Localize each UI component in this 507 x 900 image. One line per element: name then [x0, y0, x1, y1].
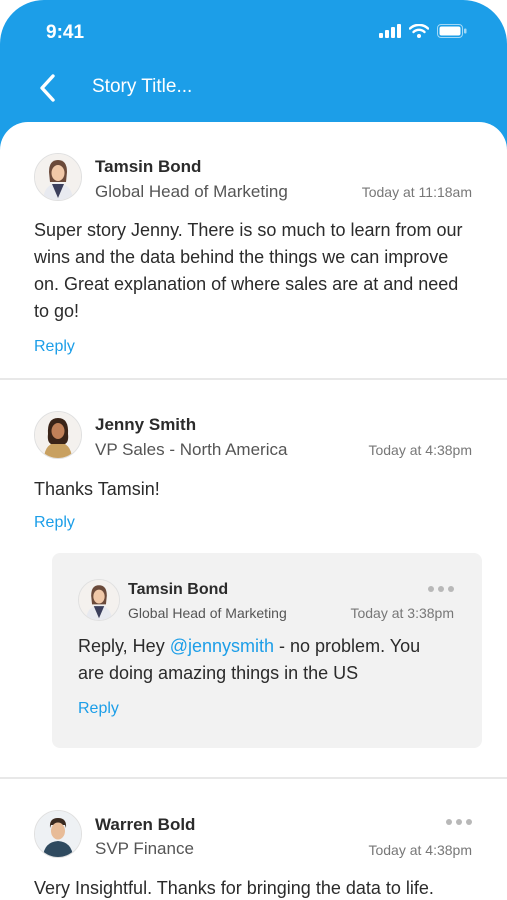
- nav-bar: Story Title...: [0, 64, 507, 114]
- comment-timestamp: Today at 4:38pm: [368, 442, 472, 458]
- reply-link[interactable]: Reply: [34, 514, 75, 532]
- comment-text: Thanks Tamsin!: [34, 479, 160, 499]
- reply-author: Tamsin Bond: [128, 581, 229, 598]
- wifi-icon: [409, 24, 429, 38]
- person-icon: [35, 154, 81, 200]
- avatar[interactable]: [34, 411, 82, 459]
- mention-link[interactable]: @jennysmith: [170, 636, 274, 656]
- reply-link[interactable]: Reply: [78, 700, 119, 718]
- phone-screen: 9:41 Story Title... Tamsin Bond Global H…: [0, 0, 507, 900]
- comment-timestamp: Today at 11:18am: [361, 184, 472, 200]
- comment-text: Very Insightful. Thanks for bringing the…: [34, 878, 434, 898]
- comment-author: Warren Bold: [95, 815, 196, 834]
- comment-author: Tamsin Bond: [95, 157, 202, 176]
- person-icon: [35, 412, 81, 458]
- back-button[interactable]: [32, 70, 62, 106]
- person-icon: [35, 811, 81, 857]
- comment-author-role: Global Head of Marketing: [95, 182, 288, 201]
- nav-title: Story Title...: [92, 76, 193, 97]
- comment-author: Jenny Smith: [95, 415, 197, 434]
- more-options-icon[interactable]: [446, 819, 472, 825]
- reply-text-start: Reply, Hey: [78, 636, 170, 656]
- nested-reply-card: Tamsin Bond Global Head of Marketing Tod…: [52, 553, 482, 748]
- avatar[interactable]: [78, 579, 120, 621]
- status-time: 9:41: [46, 22, 85, 43]
- comment-author-role: SVP Finance: [95, 839, 194, 858]
- reply-author-role: Global Head of Marketing: [128, 605, 287, 621]
- signal-icon: [379, 24, 401, 38]
- avatar[interactable]: [34, 153, 82, 201]
- status-icons: [379, 24, 467, 38]
- chevron-left-icon: [40, 74, 55, 102]
- battery-icon: [437, 24, 467, 38]
- more-options-icon[interactable]: [428, 586, 454, 592]
- comment-divider: [0, 777, 507, 779]
- comment-timestamp: Today at 4:38pm: [368, 842, 472, 858]
- comment-divider: [0, 378, 507, 380]
- reply-link[interactable]: Reply: [34, 338, 75, 356]
- reply-timestamp: Today at 3:38pm: [350, 605, 454, 621]
- comment-author-role: VP Sales - North America: [95, 440, 288, 459]
- status-bar: 9:41: [0, 0, 507, 64]
- comment-text: Super story Jenny. There is so much to l…: [34, 220, 463, 321]
- reply-text: Reply, Hey @jennysmith - no problem. You…: [78, 633, 450, 687]
- avatar[interactable]: [34, 810, 82, 858]
- person-icon: [79, 580, 119, 620]
